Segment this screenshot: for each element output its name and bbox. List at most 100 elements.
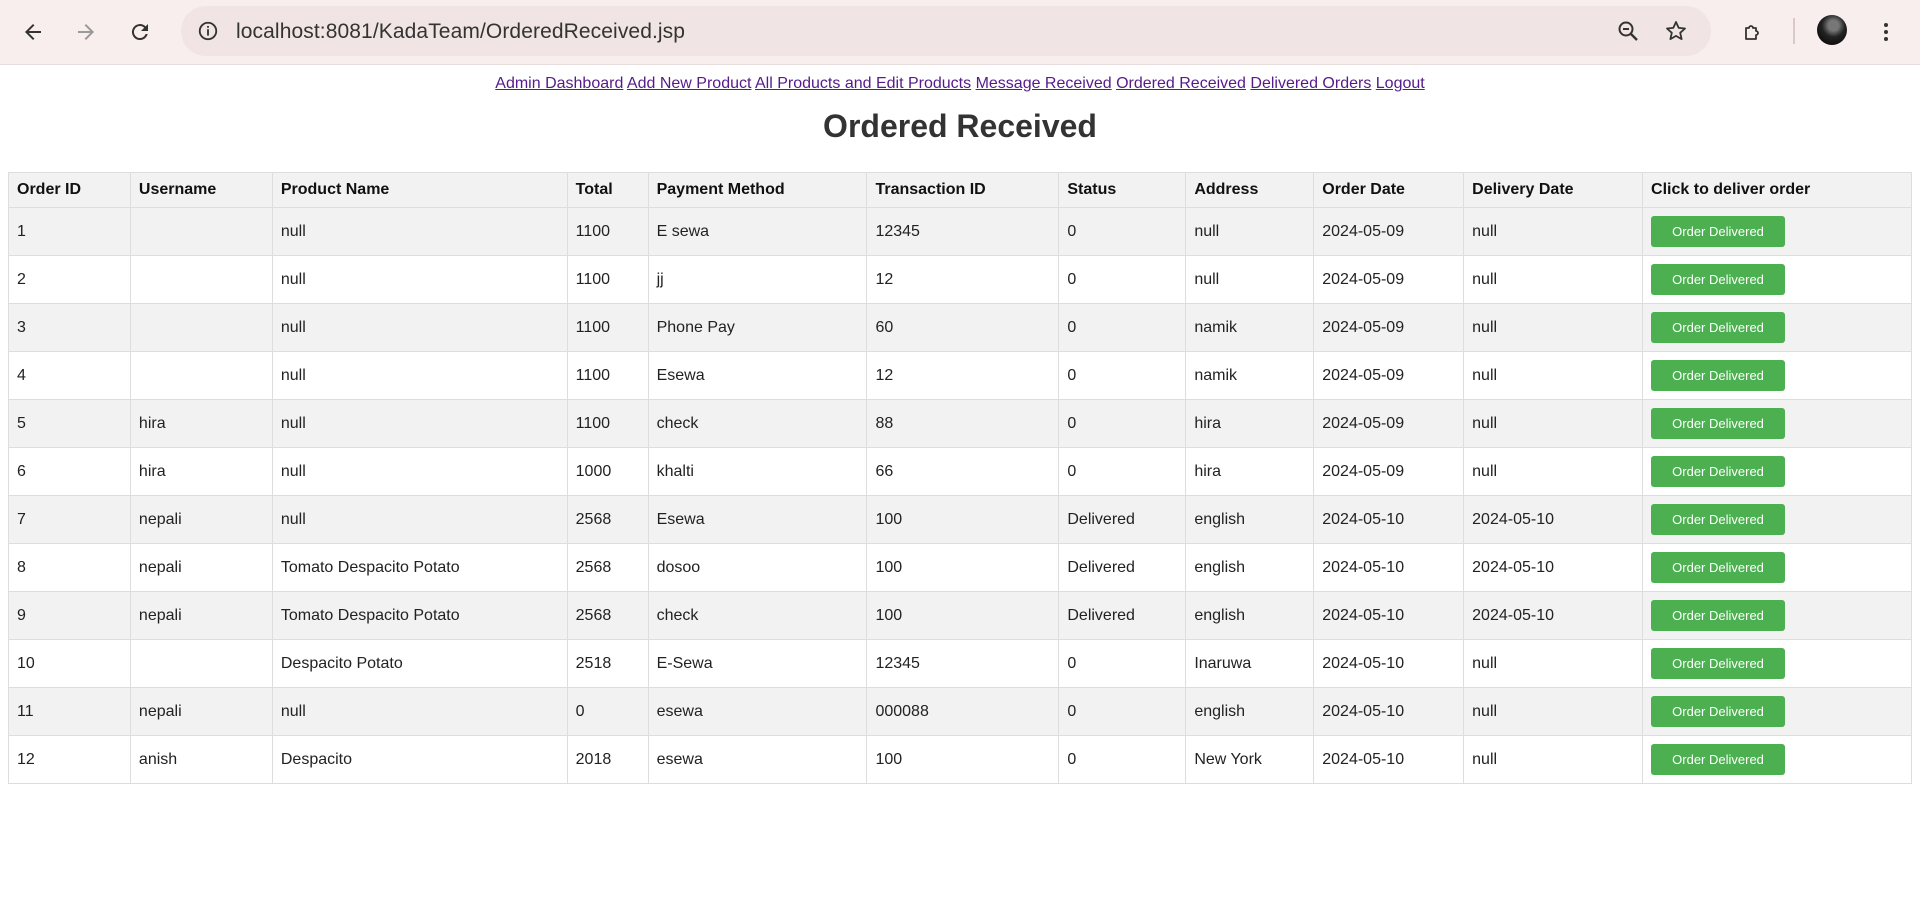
profile-avatar[interactable] [1817,15,1847,45]
cell-order-id: 4 [8,351,131,400]
cell-transaction-id: 12 [866,351,1060,400]
bookmark-star-icon[interactable] [1663,18,1689,44]
cell-delivery-date: 2024-05-10 [1463,543,1644,592]
url-text[interactable]: localhost:8081/KadaTeam/OrderedReceived.… [236,20,685,44]
cell-address: namik [1185,303,1315,352]
cell-product-name: null [271,447,568,496]
order-delivered-button[interactable]: Order Delivered [1651,504,1786,535]
cell-status: 0 [1058,399,1187,448]
cell-order-id: 6 [8,447,131,496]
table-row: 8 nepali Tomato Despacito Potato 2568 dosoo 1… [8,543,1912,592]
cell-address: hira [1185,399,1315,448]
cell-username: nepali [129,591,273,640]
cell-order-date: 2024-05-09 [1313,207,1465,256]
cell-delivery-date: null [1463,207,1644,256]
cell-status: 0 [1058,255,1187,304]
order-delivered-button[interactable]: Order Delivered [1651,552,1786,583]
orders-table: Order ID Username Product Name Total Payment… [8,172,1912,784]
cell-product-name: null [271,303,568,352]
cell-order-id: 9 [8,591,131,640]
cell-username [129,303,273,352]
admin-nav: Admin Dashboard Add New Product All Prod… [0,74,1920,94]
table-header-row: Order ID Username Product Name Total Payment… [8,172,1912,208]
cell-action: Order Delivered [1642,399,1912,448]
cell-order-date: 2024-05-10 [1313,639,1465,688]
order-delivered-button[interactable]: Order Delivered [1651,216,1786,247]
cell-payment-method: Phone Pay [647,303,868,352]
cell-order-date: 2024-05-09 [1313,447,1465,496]
order-delivered-button[interactable]: Order Delivered [1651,600,1786,631]
cell-payment-method: esewa [647,735,868,784]
nav-link-logout[interactable]: Logout [1376,75,1425,92]
nav-link-message-received[interactable]: Message Received [976,75,1112,92]
cell-delivery-date: 2024-05-10 [1463,591,1644,640]
cell-address: Inaruwa [1185,639,1315,688]
order-delivered-button[interactable]: Order Delivered [1651,648,1786,679]
cell-action: Order Delivered [1642,495,1912,544]
cell-order-date: 2024-05-10 [1313,591,1465,640]
order-delivered-button[interactable]: Order Delivered [1651,456,1786,487]
order-delivered-button[interactable]: Order Delivered [1651,312,1786,343]
cell-payment-method: esewa [647,687,868,736]
cell-order-date: 2024-05-10 [1313,687,1465,736]
extensions-icon[interactable] [1733,12,1773,52]
cell-delivery-date: null [1463,399,1644,448]
column-header-delivery-date: Delivery Date [1463,172,1644,208]
orders-table-container: Order ID Username Product Name Total Payment… [8,172,1912,784]
zoom-icon[interactable] [1615,18,1641,44]
cell-username [129,351,273,400]
cell-action: Order Delivered [1642,303,1912,352]
back-icon[interactable] [13,12,53,52]
cell-product-name: null [271,255,568,304]
nav-link-admin-dashboard[interactable]: Admin Dashboard [495,75,623,92]
cell-delivery-date: 2024-05-10 [1463,495,1644,544]
cell-order-id: 10 [8,639,131,688]
nav-link-delivered-orders[interactable]: Delivered Orders [1250,75,1371,92]
address-bar[interactable]: localhost:8081/KadaTeam/OrderedReceived.… [181,6,1711,56]
forward-icon[interactable] [66,12,106,52]
cell-username: nepali [129,543,273,592]
site-info-icon[interactable] [193,16,223,46]
cell-username: nepali [129,687,273,736]
cell-action: Order Delivered [1642,207,1912,256]
cell-delivery-date: null [1463,303,1644,352]
cell-username [129,255,273,304]
table-row: 11 nepali null 0 esewa 000088 0 english 2024-05-… [8,687,1912,736]
order-delivered-button[interactable]: Order Delivered [1651,696,1786,727]
reload-icon[interactable] [120,12,160,52]
cell-total: 2568 [566,543,649,592]
nav-link-all-products[interactable]: All Products and Edit Products [755,75,971,92]
order-delivered-button[interactable]: Order Delivered [1651,264,1786,295]
menu-icon[interactable] [1866,12,1906,52]
cell-status: 0 [1058,447,1187,496]
cell-order-date: 2024-05-10 [1313,735,1465,784]
cell-order-id: 1 [8,207,131,256]
cell-action: Order Delivered [1642,639,1912,688]
cell-total: 2018 [566,735,649,784]
column-header-total: Total [566,172,649,208]
column-header-address: Address [1185,172,1315,208]
cell-address: namik [1185,351,1315,400]
column-header-product-name: Product Name [271,172,568,208]
cell-order-id: 11 [8,687,131,736]
cell-payment-method: E-Sewa [647,639,868,688]
cell-delivery-date: null [1463,639,1644,688]
cell-delivery-date: null [1463,351,1644,400]
cell-delivery-date: null [1463,447,1644,496]
column-header-status: Status [1058,172,1187,208]
cell-status: Delivered [1058,495,1187,544]
order-delivered-button[interactable]: Order Delivered [1651,744,1786,775]
order-delivered-button[interactable]: Order Delivered [1651,408,1786,439]
cell-payment-method: khalti [647,447,868,496]
nav-link-ordered-received[interactable]: Ordered Received [1116,75,1246,92]
column-header-payment-method: Payment Method [647,172,868,208]
table-row: 12 anish Despacito 2018 esewa 100 0 New York 202… [8,735,1912,784]
cell-username: anish [129,735,273,784]
cell-status: 0 [1058,303,1187,352]
cell-transaction-id: 66 [866,447,1060,496]
cell-product-name: null [271,495,568,544]
table-row: 4 null 1100 Esewa 12 0 namik 2024-05-09 null Orde… [8,351,1912,400]
order-delivered-button[interactable]: Order Delivered [1651,360,1786,391]
nav-link-add-new-product[interactable]: Add New Product [627,75,752,92]
cell-address: english [1185,687,1315,736]
